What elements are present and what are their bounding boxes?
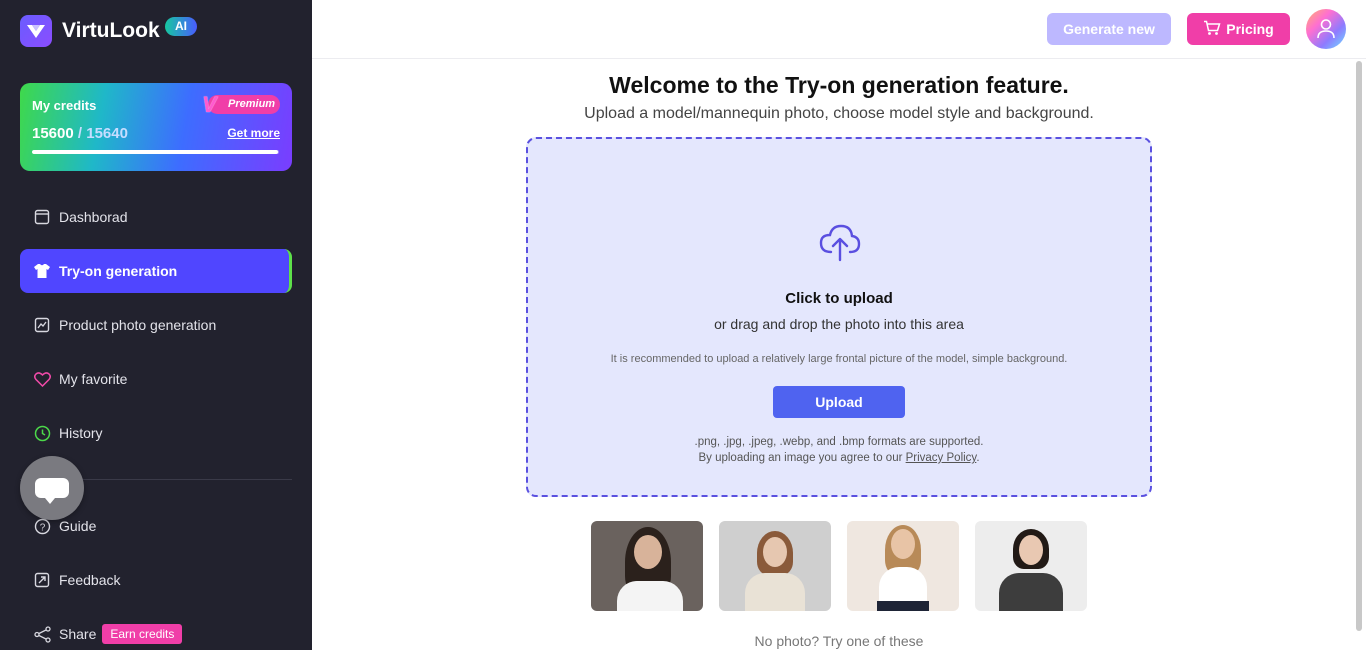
torso-shape bbox=[745, 573, 805, 611]
credits-separator: / bbox=[73, 125, 87, 142]
page-title: Welcome to the Try-on generation feature… bbox=[609, 72, 1069, 98]
sample-photos bbox=[591, 521, 1087, 611]
svg-text:?: ? bbox=[39, 522, 45, 533]
pricing-button[interactable]: Pricing bbox=[1187, 13, 1290, 45]
face-shape bbox=[891, 529, 915, 559]
pricing-label: Pricing bbox=[1226, 21, 1274, 37]
face-shape bbox=[634, 535, 662, 569]
torso-shape bbox=[617, 581, 683, 611]
nav-history-label: History bbox=[59, 425, 103, 441]
credits-card: My credits V Premium 15600 / 15640 Get m… bbox=[20, 83, 292, 171]
agree-prefix: By uploading an image you agree to our bbox=[698, 452, 906, 464]
credits-title: My credits bbox=[32, 98, 97, 113]
nav-feedback-label: Feedback bbox=[59, 572, 121, 588]
clock-icon bbox=[33, 424, 51, 442]
cloud-upload-icon bbox=[818, 223, 862, 268]
privacy-policy-link[interactable]: Privacy Policy bbox=[906, 452, 977, 464]
premium-badge: V Premium bbox=[202, 92, 280, 117]
external-arrow-icon bbox=[33, 571, 51, 589]
face-shape bbox=[763, 537, 787, 567]
nav-product-label: Product photo generation bbox=[59, 317, 217, 333]
torso-shape bbox=[999, 573, 1063, 611]
upload-dropzone[interactable]: Click to upload or drag and drop the pho… bbox=[526, 137, 1152, 497]
heart-icon bbox=[33, 370, 51, 388]
dropzone-formats: .png, .jpg, .jpeg, .webp, and .bmp forma… bbox=[528, 434, 1150, 466]
get-more-link[interactable]: Get more bbox=[227, 126, 280, 140]
agree-suffix: . bbox=[976, 452, 980, 464]
dropzone-subtitle: or drag and drop the photo into this are… bbox=[714, 316, 964, 332]
nav-dashboard[interactable]: Dashborad bbox=[20, 195, 292, 239]
skirt-shape bbox=[877, 601, 929, 611]
brand[interactable]: VirtuLook AI bbox=[20, 15, 197, 47]
torso-shape bbox=[879, 567, 927, 603]
premium-label: Premium bbox=[228, 98, 276, 110]
credits-total: 15640 bbox=[86, 125, 128, 142]
chat-button[interactable] bbox=[20, 456, 84, 520]
nav-feedback[interactable]: Feedback bbox=[20, 558, 292, 602]
user-avatar[interactable] bbox=[1306, 9, 1346, 49]
nav-history[interactable]: History bbox=[20, 411, 292, 455]
upload-button[interactable]: Upload bbox=[773, 386, 905, 418]
nav-tryon-generation[interactable]: Try-on generation bbox=[20, 249, 292, 293]
dropzone-title: Click to upload bbox=[785, 290, 893, 307]
page-subtitle: Upload a model/mannequin photo, choose m… bbox=[584, 105, 1094, 122]
nav-share-label: Share bbox=[59, 626, 97, 642]
nav-my-favorite[interactable]: My favorite bbox=[20, 357, 292, 401]
credits-progress-bar bbox=[32, 150, 279, 154]
formats-text: .png, .jpg, .jpeg, .webp, and .bmp forma… bbox=[694, 436, 984, 448]
samples-caption: No photo? Try one of these bbox=[754, 633, 924, 649]
top-header: Generate new Pricing bbox=[312, 0, 1366, 59]
ai-badge: AI bbox=[165, 17, 197, 36]
share-icon bbox=[33, 625, 51, 643]
virtulook-logo-icon bbox=[20, 15, 52, 47]
image-frame-icon bbox=[33, 316, 51, 334]
cart-icon bbox=[1203, 20, 1221, 39]
credits-used: 15600 bbox=[32, 125, 74, 142]
nav-share[interactable]: Share Earn credits bbox=[20, 612, 292, 650]
chat-icon bbox=[35, 478, 69, 504]
window-icon bbox=[33, 208, 51, 226]
nav-favorite-label: My favorite bbox=[59, 371, 128, 387]
sample-photo-1[interactable] bbox=[591, 521, 703, 611]
earn-credits-badge[interactable]: Earn credits bbox=[102, 624, 183, 644]
face-shape bbox=[1019, 535, 1043, 565]
nav-guide-label: Guide bbox=[59, 518, 97, 534]
credits-progress-fill bbox=[32, 150, 279, 154]
nav-tryon-label: Try-on generation bbox=[59, 263, 178, 279]
sample-photo-2[interactable] bbox=[719, 521, 831, 611]
brand-name: VirtuLook bbox=[62, 19, 160, 42]
nav-product-photo[interactable]: Product photo generation bbox=[20, 303, 292, 347]
sidebar: VirtuLook AI My credits V Premium 15600 … bbox=[0, 0, 312, 650]
user-icon bbox=[1317, 19, 1335, 39]
dropzone-recommendation: It is recommended to upload a relatively… bbox=[610, 353, 1068, 365]
credits-count: 15600 / 15640 bbox=[32, 125, 128, 142]
premium-v-mark: V bbox=[202, 92, 217, 117]
sample-photo-3[interactable] bbox=[847, 521, 959, 611]
tshirt-icon bbox=[33, 262, 51, 280]
privacy-agreement: By uploading an image you agree to our P… bbox=[528, 450, 1150, 466]
sample-photo-4[interactable] bbox=[975, 521, 1087, 611]
page-scrollbar[interactable] bbox=[1356, 61, 1362, 631]
generate-new-button[interactable]: Generate new bbox=[1047, 13, 1171, 45]
nav-dashboard-label: Dashborad bbox=[59, 209, 128, 225]
